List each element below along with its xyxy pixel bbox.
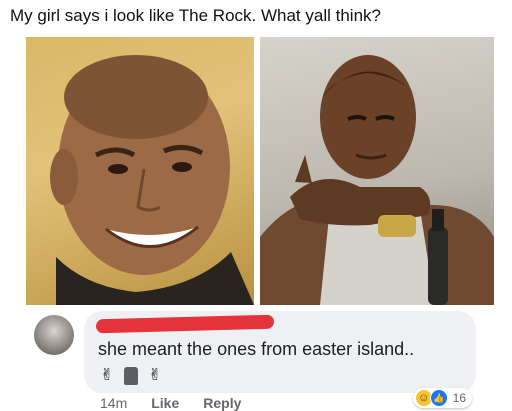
- emoji-row: ✌ ✌: [98, 366, 164, 386]
- reaction-summary[interactable]: ☺ 👍 16: [412, 388, 472, 408]
- like-icon: 👍: [429, 389, 448, 407]
- victory-hand-icon: ✌: [100, 367, 114, 384]
- comment-text: she meant the ones from easter island..: [98, 339, 415, 359]
- redacted-author-name[interactable]: [95, 314, 275, 334]
- reaction-count: 16: [452, 391, 466, 405]
- right-photo[interactable]: [260, 37, 494, 305]
- like-button[interactable]: Like: [151, 395, 179, 411]
- portrait-right-image: [260, 55, 494, 305]
- left-photo[interactable]: [26, 37, 254, 305]
- victory-hand-icon: ✌: [148, 367, 162, 384]
- comment-timestamp[interactable]: 14m: [100, 395, 127, 411]
- moai-icon: [124, 367, 138, 385]
- comment: she meant the ones from easter island.. …: [0, 305, 512, 411]
- comment-actions: 14m Like Reply: [100, 395, 241, 411]
- reply-button[interactable]: Reply: [203, 395, 241, 411]
- comment-bubble: she meant the ones from easter island.. …: [84, 311, 476, 393]
- avatar-icon[interactable]: [34, 315, 74, 355]
- portrait-left-image: [50, 55, 254, 305]
- post-caption: My girl says i look like The Rock. What …: [10, 6, 381, 25]
